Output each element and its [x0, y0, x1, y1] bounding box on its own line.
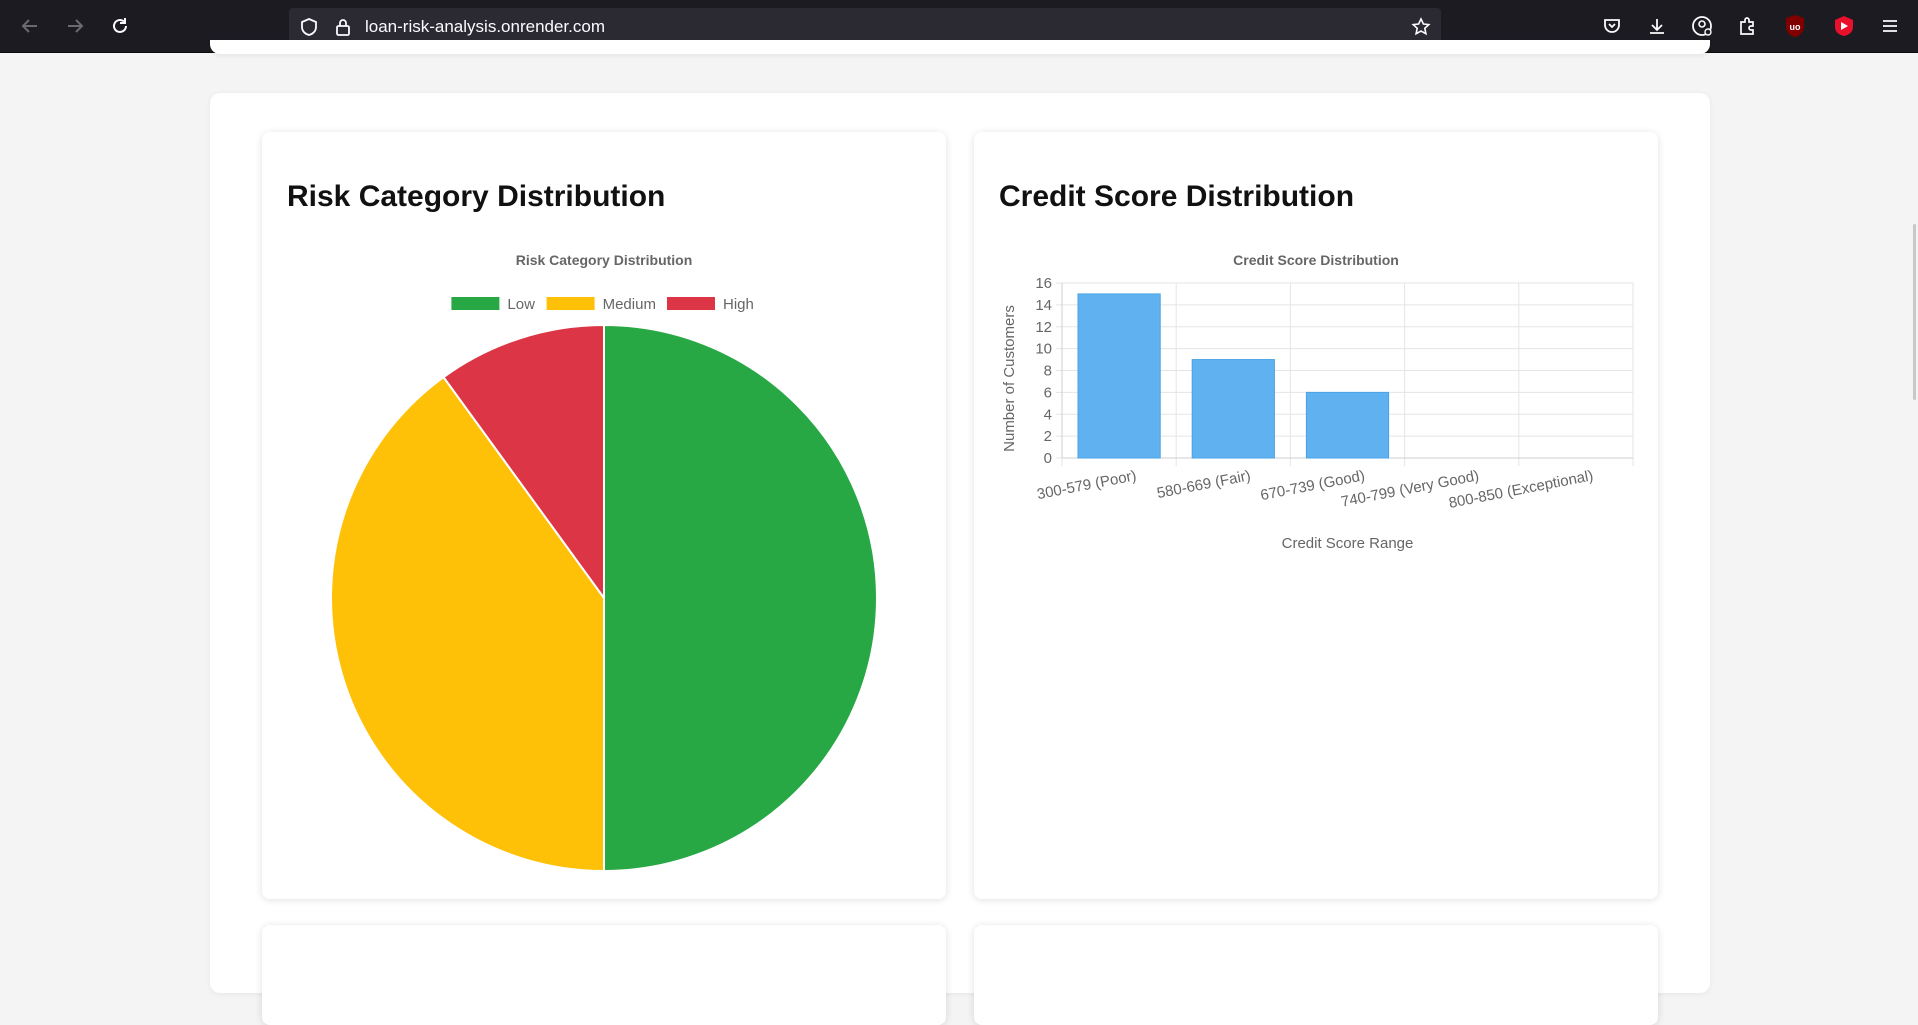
page-scrollbar[interactable] — [1913, 224, 1916, 400]
back-button[interactable] — [16, 12, 44, 40]
reload-button[interactable] — [106, 12, 134, 40]
credit-score-card: Credit Score Distribution Credit Score D… — [974, 132, 1658, 899]
x-tick-label: 580-669 (Fair) — [1156, 467, 1253, 502]
hamburger-icon — [1883, 20, 1897, 32]
next-card-left — [262, 925, 946, 1025]
youtube-icon — [1835, 16, 1853, 36]
pocket-button[interactable] — [1600, 14, 1624, 38]
y-tick-label: 4 — [1044, 406, 1052, 423]
risk-category-pie-chart: Risk Category Distribution Low Medium High — [330, 252, 878, 873]
shield-icon[interactable] — [299, 17, 319, 37]
y-axis-title: Number of Customers — [1001, 305, 1018, 452]
legend-label-medium: Medium — [603, 296, 656, 313]
extensions-button[interactable] — [1735, 14, 1759, 38]
y-tick-label: 12 — [1035, 319, 1052, 336]
menu-button[interactable] — [1878, 14, 1902, 38]
legend-swatch-medium — [546, 297, 595, 310]
url-text[interactable]: loan-risk-analysis.onrender.com — [365, 17, 605, 37]
ublock-icon: uo — [1786, 15, 1804, 37]
pocket-icon — [1604, 19, 1620, 33]
puzzle-icon — [1740, 17, 1754, 35]
legend-label-low: Low — [507, 296, 535, 313]
legend-swatch-low — [451, 297, 500, 310]
credit-score-bar-chart: Credit Score Distribution 0 2 4 6 8 10 12 14 16 30… — [1001, 252, 1634, 552]
pie-chart-title: Risk Category Distribution — [516, 252, 693, 268]
y-tick-label: 0 — [1044, 450, 1052, 467]
legend-label-high: High — [723, 296, 754, 313]
youtube-extension-button[interactable] — [1832, 14, 1856, 38]
star-icon[interactable] — [1411, 17, 1431, 37]
y-tick-label: 16 — [1035, 275, 1052, 292]
risk-category-card: Risk Category Distribution Risk Category… — [262, 132, 946, 899]
bar-3 — [1305, 391, 1390, 459]
next-card-right — [974, 925, 1658, 1025]
bar-1 — [1077, 293, 1161, 459]
y-tick-label: 6 — [1044, 384, 1052, 401]
arrow-right-icon — [68, 19, 84, 33]
reload-icon — [113, 18, 127, 33]
y-tick-label: 2 — [1044, 428, 1052, 445]
pie-slice-low — [603, 323, 878, 873]
download-icon — [1650, 19, 1664, 34]
bar-2 — [1191, 359, 1275, 459]
y-tick-label: 10 — [1035, 341, 1052, 358]
x-axis-title: Credit Score Range — [1282, 535, 1414, 552]
legend-swatch-high — [667, 297, 715, 310]
lock-icon[interactable] — [333, 17, 353, 37]
y-tick-label: 14 — [1035, 297, 1052, 314]
x-tick-label: 300-579 (Poor) — [1036, 467, 1138, 503]
forward-button[interactable] — [61, 12, 89, 40]
svg-text:uo: uo — [1790, 22, 1801, 32]
y-tick-label: 8 — [1044, 363, 1052, 380]
account-button[interactable] — [1690, 14, 1714, 38]
previous-card-edge — [210, 40, 1710, 54]
arrow-left-icon — [21, 19, 37, 33]
downloads-button[interactable] — [1645, 14, 1669, 38]
account-icon — [1692, 16, 1712, 36]
ublock-button[interactable]: uo — [1783, 14, 1807, 38]
bar-chart-title: Credit Score Distribution — [1233, 252, 1399, 268]
